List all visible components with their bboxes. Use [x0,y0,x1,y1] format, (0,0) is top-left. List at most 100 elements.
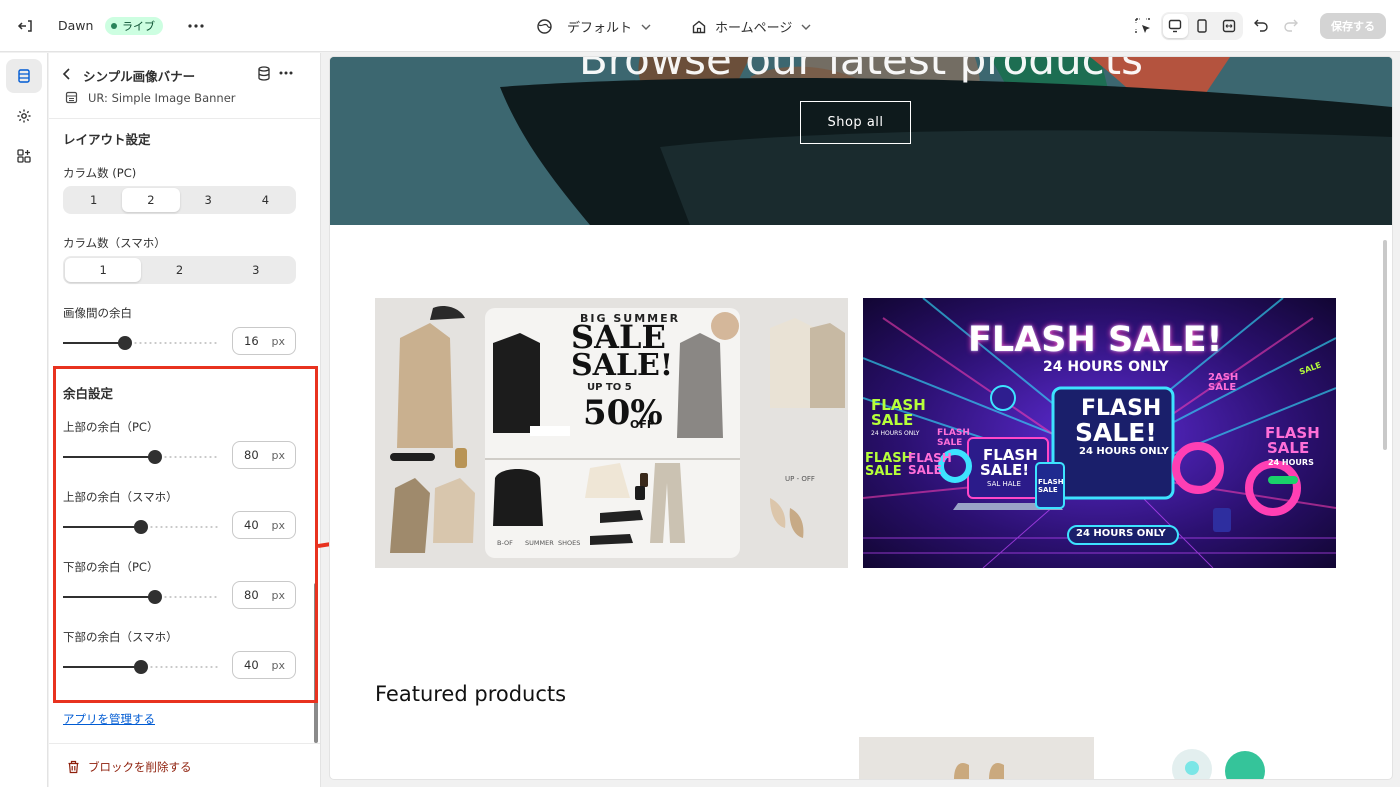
more-actions-button[interactable] [186,17,206,35]
caption-text: UP - OFF [785,475,815,483]
exit-icon [17,20,32,32]
more-icon[interactable] [278,67,294,79]
unit-label: px [271,588,286,602]
panel-subtitle: UR: Simple Image Banner [88,91,236,105]
redo-icon [1284,19,1298,32]
manage-apps-link[interactable]: アプリを管理する [63,711,155,727]
device-toggle [1161,12,1243,40]
fullscreen-view-button[interactable] [1216,14,1241,38]
mobile-view-button[interactable] [1190,14,1215,38]
desktop-view-button[interactable] [1163,14,1188,38]
bottom-sp-input[interactable]: 40 px [232,651,296,679]
left-sale-text: SALE [871,411,914,429]
unit-label: px [271,518,286,532]
storefront-preview: Browse our latest products Shop all BIG … [330,57,1392,779]
bottom-pc-input[interactable]: 80 px [232,581,296,609]
padding-section-heading: 余白設定 [63,386,114,401]
product-card-image[interactable] [859,737,1094,779]
bottom-pc-value: 80 [244,588,259,602]
gap-slider[interactable] [63,335,219,351]
columns-sp-option-3[interactable]: 3 [218,258,294,282]
inspector-button[interactable] [1134,17,1152,35]
flash-sale-banner[interactable]: FLASH SALE! 24 HOURS ONLY FLASH SALE! 24… [863,298,1336,568]
featured-products-heading: Featured products [375,682,567,706]
earring-image [954,762,1004,779]
exit-button[interactable] [17,17,35,35]
columns-pc-option-2[interactable]: 2 [122,188,180,212]
bottom-sp-slider[interactable] [63,659,219,675]
theme-name: Dawn [58,18,94,33]
sections-icon [18,69,30,83]
screen-24-text: 24 HOURS ONLY [1079,446,1169,457]
top-sp-input[interactable]: 40 px [232,511,296,539]
product-card-image[interactable] [1223,749,1267,779]
undo-icon [1254,19,1268,32]
more-icon [188,24,204,28]
summer-sale-banner[interactable]: BIG SUMMER SALE SALE! UP TO 5 50% OFF UP… [375,298,848,568]
shoes-text: SHOES [558,539,581,547]
block-settings-panel: シンプル画像バナー UR: Simple Image Banner レイアウト設… [49,53,321,787]
tag-sale2: SALE [937,438,963,448]
shop-all-button[interactable]: Shop all [800,101,911,144]
laptop-sub-text: SAL HALE [987,480,1021,488]
page-dropdown[interactable]: ホームページ [691,17,812,36]
badge-24-text: 24 HOURS ONLY [1076,528,1166,539]
columns-pc-option-4[interactable]: 4 [237,188,294,212]
desktop-icon [1169,19,1182,33]
panel-header: シンプル画像バナー UR: Simple Image Banner [49,53,320,119]
top-pc-input[interactable]: 80 px [232,441,296,469]
columns-sp-option-1[interactable]: 1 [65,258,142,282]
bottom-pc-slider[interactable] [63,589,219,605]
globe-icon [537,19,552,34]
slider-thumb[interactable] [148,590,162,604]
delete-block-button[interactable]: ブロックを削除する [67,759,192,775]
template-dropdown[interactable]: デフォルト [536,17,652,36]
layout-section-heading: レイアウト設定 [63,132,151,147]
slider-thumb[interactable] [134,660,148,674]
columns-pc-option-1[interactable]: 1 [65,188,122,212]
top-pc-value: 80 [244,448,259,462]
mobile-icon [1197,19,1207,33]
up-to-text: UP TO 5 [587,382,632,393]
product-card-image[interactable] [1170,747,1220,779]
gap-input[interactable]: 16 px [232,327,296,355]
inspector-icon [1135,18,1150,33]
sidebar-rail [0,53,48,787]
columns-sp-label: カラム数（スマホ） [63,236,166,250]
hero-banner: Browse our latest products Shop all [330,57,1392,225]
live-badge-label: ライブ [122,20,155,33]
summer-text: SUMMER [525,539,554,547]
home-icon [692,20,706,33]
chevron-down-icon [641,24,651,30]
top-sp-slider[interactable] [63,519,219,535]
columns-pc-label: カラム数 (PC) [63,166,137,180]
slider-thumb[interactable] [148,450,162,464]
settings-rail-button[interactable] [6,99,42,133]
tag-flash2: FLASH [937,428,970,438]
panel-scrollbar[interactable] [314,583,318,743]
slider-thumb[interactable] [118,336,132,350]
top-sp-label: 上部の余白（スマホ） [63,490,178,504]
sections-rail-button[interactable] [6,59,42,93]
gap-value: 16 [244,334,259,348]
apps-rail-button[interactable] [6,139,42,173]
undo-button[interactable] [1253,17,1269,33]
save-button[interactable]: 保存する [1320,13,1386,39]
preview-scrollbar[interactable] [1383,240,1387,450]
top-pc-slider[interactable] [63,449,219,465]
bttm-text: B-OF [497,539,513,547]
chevron-down-icon [801,24,811,30]
slider-thumb[interactable] [134,520,148,534]
database-icon[interactable] [257,66,271,81]
screen-flash-text: FLASH [1081,396,1162,421]
redo-button[interactable] [1283,17,1299,33]
columns-pc-option-3[interactable]: 3 [180,188,237,212]
phone-flash-text: FLASH [1038,478,1064,486]
right-sale-text: SALE [1267,439,1310,457]
delete-block-label: ブロックを削除する [88,760,192,774]
back-icon[interactable] [61,67,73,81]
flash-sale-sub: 24 HOURS ONLY [1043,359,1169,375]
unit-label: px [271,448,286,462]
screen-sale-text: SALE! [1075,418,1157,447]
columns-sp-option-2[interactable]: 2 [141,258,217,282]
